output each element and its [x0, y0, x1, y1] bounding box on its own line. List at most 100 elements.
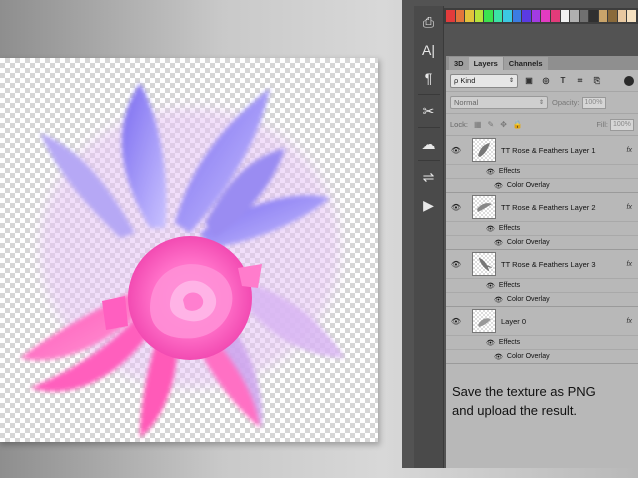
color-swatch[interactable]	[598, 10, 608, 22]
layer-name[interactable]: TT Rose & Feathers Layer 3	[501, 260, 596, 269]
color-swatch[interactable]	[522, 10, 531, 22]
panel-tabs: 3D Layers Channels	[446, 56, 638, 70]
type-tool-icon[interactable]: A|	[417, 38, 441, 62]
lock-pixels-icon[interactable]: ✎	[488, 120, 495, 129]
lock-transparent-icon[interactable]: ▦	[474, 120, 482, 129]
effects-label: Effects	[498, 168, 521, 175]
color-swatch[interactable]	[608, 10, 617, 22]
visibility-eye-icon[interactable]: 👁	[450, 203, 462, 212]
kind-filter-select[interactable]: ρ Kind ⇕	[450, 73, 518, 88]
visibility-eye-icon[interactable]: 👁	[450, 317, 462, 326]
lock-position-icon[interactable]: ✥	[500, 120, 507, 129]
color-swatch[interactable]	[570, 10, 579, 22]
color-swatch[interactable]	[617, 10, 627, 22]
layer-main[interactable]: 👁 TT Rose & Feathers Layer 2 fx	[446, 193, 638, 221]
effect-row[interactable]: 👁 Color Overlay	[446, 178, 638, 192]
color-swatch[interactable]	[446, 10, 455, 22]
color-swatch[interactable]	[455, 10, 465, 22]
tab-3d[interactable]: 3D	[449, 57, 469, 70]
kind-filter-label: ρ Kind	[454, 76, 476, 85]
effect-name: Color Overlay	[506, 353, 550, 360]
caption-line-2: and upload the result.	[452, 403, 578, 418]
layer-main[interactable]: 👁 TT Rose & Feathers Layer 3 fx	[446, 250, 638, 278]
blend-mode-value: Normal	[454, 98, 479, 107]
opacity-label: Opacity:	[552, 98, 580, 107]
fill-label: Fill:	[596, 120, 608, 129]
smart-object-filter-icon[interactable]: ⎘	[591, 75, 603, 87]
visibility-eye-icon[interactable]: 👁	[450, 260, 462, 269]
color-swatch[interactable]	[589, 10, 598, 22]
adjustment-filter-icon[interactable]: ◎	[540, 75, 552, 87]
layer-thumbnail	[472, 195, 496, 219]
color-swatch[interactable]	[627, 10, 636, 22]
pixel-filter-icon[interactable]: ▣	[523, 75, 535, 87]
fx-icon[interactable]: fx	[627, 318, 632, 325]
opacity-field[interactable]: 100%	[581, 96, 606, 109]
color-swatch[interactable]	[503, 10, 512, 22]
swatches-strip[interactable]	[444, 8, 638, 24]
color-swatch[interactable]	[465, 10, 474, 22]
lock-label: Lock:	[450, 120, 468, 129]
lock-all-icon[interactable]: 🔒	[513, 120, 523, 129]
fx-icon[interactable]: fx	[627, 261, 632, 268]
visibility-eye-icon[interactable]: 👁	[494, 353, 503, 361]
layer-main[interactable]: 👁 Layer 0 fx	[446, 307, 638, 335]
visibility-eye-icon[interactable]: 👁	[450, 146, 462, 155]
layer-row[interactable]: 👁 TT Rose & Feathers Layer 3 fx 👁 Effects 👁 Co…	[446, 250, 638, 307]
color-swatch[interactable]	[493, 10, 503, 22]
tools-crossed-icon[interactable]: ✂	[417, 99, 441, 123]
effects-row[interactable]: 👁 Effects	[446, 221, 638, 235]
color-swatch[interactable]	[541, 10, 551, 22]
properties-icon[interactable]: ⇌	[417, 165, 441, 189]
fx-icon[interactable]: fx	[627, 147, 632, 154]
filter-toggle-icon[interactable]	[624, 75, 634, 86]
visibility-eye-icon[interactable]: 👁	[486, 282, 495, 290]
effects-row[interactable]: 👁 Effects	[446, 164, 638, 178]
toolbar-separator	[417, 127, 440, 128]
visibility-eye-icon[interactable]: 👁	[494, 182, 503, 190]
layer-main[interactable]: 👁 TT Rose & Feathers Layer 1 fx	[446, 136, 638, 164]
layer-row[interactable]: 👁 TT Rose & Feathers Layer 2 fx 👁 Effects 👁 Co…	[446, 193, 638, 250]
effect-row[interactable]: 👁 Color Overlay	[446, 349, 638, 363]
chevron-updown-icon: ⇕	[508, 78, 514, 84]
fx-icon[interactable]: fx	[627, 204, 632, 211]
visibility-eye-icon[interactable]: 👁	[494, 296, 503, 304]
fill-field[interactable]: 100%	[610, 118, 634, 131]
layer-name[interactable]: TT Rose & Feathers Layer 2	[501, 203, 596, 212]
effects-label: Effects	[498, 339, 521, 346]
paragraph-tool-icon[interactable]: ¶	[417, 66, 441, 90]
layer-thumbnail	[472, 138, 496, 162]
color-swatch[interactable]	[560, 10, 570, 22]
effect-row[interactable]: 👁 Color Overlay	[446, 292, 638, 306]
visibility-eye-icon[interactable]: 👁	[494, 239, 503, 247]
layers-list: 👁 TT Rose & Feathers Layer 1 fx 👁 Effects 👁 Co…	[446, 136, 638, 364]
layer-row[interactable]: 👁 TT Rose & Feathers Layer 1 fx 👁 Effects 👁 Co…	[446, 136, 638, 193]
stamp-tool-icon[interactable]: ⎙	[417, 10, 441, 34]
visibility-eye-icon[interactable]: 👁	[486, 225, 495, 233]
layer-row[interactable]: 👁 Layer 0 fx 👁 Effects 👁 Color Overlay	[446, 307, 638, 364]
color-swatch[interactable]	[551, 10, 560, 22]
layer-name[interactable]: Layer 0	[501, 317, 526, 326]
play-action-icon[interactable]: ▶	[417, 193, 441, 217]
color-swatch[interactable]	[531, 10, 541, 22]
effects-row[interactable]: 👁 Effects	[446, 278, 638, 292]
creative-cloud-icon[interactable]: ☁	[417, 132, 441, 156]
color-swatch[interactable]	[512, 10, 522, 22]
color-swatch[interactable]	[579, 10, 589, 22]
layer-name[interactable]: TT Rose & Feathers Layer 1	[501, 146, 596, 155]
visibility-eye-icon[interactable]: 👁	[486, 339, 495, 347]
effect-row[interactable]: 👁 Color Overlay	[446, 235, 638, 249]
tab-channels[interactable]: Channels	[503, 57, 548, 70]
effects-row[interactable]: 👁 Effects	[446, 335, 638, 349]
type-filter-icon[interactable]: T	[557, 75, 569, 87]
color-swatch[interactable]	[474, 10, 484, 22]
visibility-eye-icon[interactable]: 👁	[486, 168, 495, 176]
effect-name: Color Overlay	[506, 239, 550, 246]
color-swatch[interactable]	[484, 10, 493, 22]
document-canvas[interactable]	[0, 58, 378, 442]
tab-layers[interactable]: Layers	[468, 57, 503, 70]
blend-mode-select[interactable]: Normal ⇕	[450, 96, 548, 109]
panel-toolbar: ⎙ A| ¶ ✂ ☁ ⇌ ▶	[414, 6, 444, 468]
toolbar-separator	[417, 160, 440, 161]
shape-filter-icon[interactable]: ⌗	[574, 75, 586, 87]
